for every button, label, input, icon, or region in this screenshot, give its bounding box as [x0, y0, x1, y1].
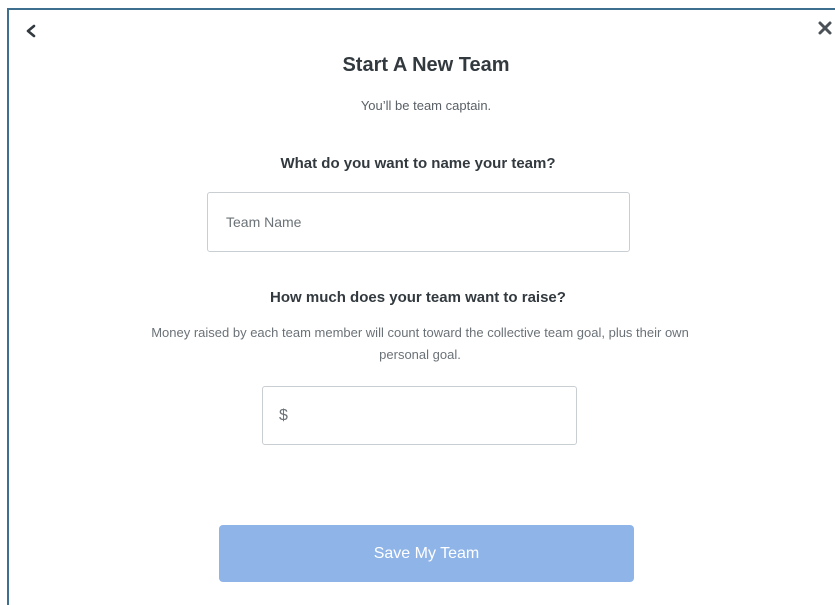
team-goal-input[interactable] — [293, 405, 576, 426]
team-goal-description: Money raised by each team member will co… — [151, 325, 689, 362]
team-goal-field[interactable]: $ — [262, 386, 577, 445]
page-title: Start A New Team — [342, 54, 510, 76]
save-team-button[interactable]: Save My Team — [219, 525, 634, 582]
start-team-modal: Start A New Team You’ll be team captain.… — [0, 0, 835, 605]
page-subtitle: You’ll be team captain. — [360, 98, 492, 113]
close-button[interactable] — [814, 17, 835, 39]
team-goal-question: How much does your team want to raise? — [270, 289, 566, 306]
chevron-left-icon — [26, 24, 36, 38]
team-name-question: What do you want to name your team? — [280, 155, 556, 172]
modal-border-top — [7, 8, 835, 10]
team-name-field[interactable] — [207, 192, 630, 252]
close-icon — [818, 21, 832, 35]
back-button[interactable] — [20, 20, 42, 42]
team-name-input[interactable] — [224, 213, 629, 231]
currency-symbol: $ — [279, 406, 288, 424]
